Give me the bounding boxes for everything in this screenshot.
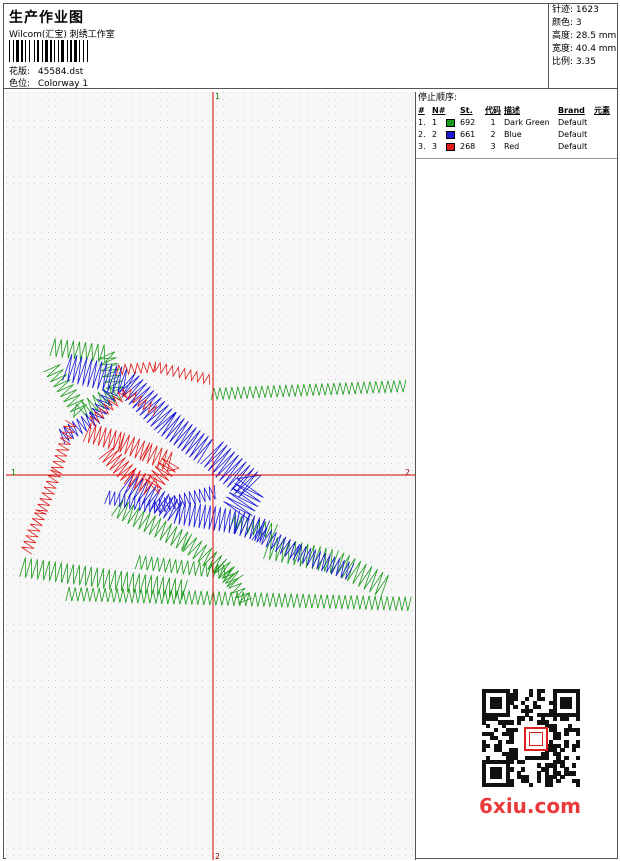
row-code: 1 (490, 118, 496, 127)
row-num: 2. (418, 130, 426, 139)
stitch-count: 针迹: 1623 (552, 5, 599, 15)
row-n: 3 (432, 142, 438, 151)
table-header: # N# St. 代码 描述 Brand 元素 (416, 105, 617, 117)
color-swatch (446, 143, 455, 151)
design-height: 高度: 28.5 mm (552, 31, 617, 41)
row-desc: Dark Green (504, 118, 550, 127)
row-desc: Red (504, 142, 520, 151)
watermark-site: 6xiu.com (479, 794, 581, 818)
row-num: 3. (418, 142, 426, 151)
stop-sequence-title: 停止顺序: (418, 93, 458, 103)
table-divider (416, 158, 617, 159)
color-count: 颜色: 3 (552, 18, 582, 28)
row-desc: Blue (504, 130, 522, 139)
col-element: 元素 (594, 106, 610, 115)
table-body: 1. 1 692 1 Dark Green Default 2. 2 661 2… (416, 117, 617, 153)
stop-sequence-table: 停止顺序: # N# St. 代码 描述 Brand 元素 1. 1 692 1… (416, 92, 617, 153)
stitch-drawing (6, 92, 415, 860)
table-row: 3. 3 268 3 Red Default (416, 141, 617, 153)
col-swatch (446, 105, 460, 117)
watermark: 6xiu.com (474, 684, 589, 824)
col-desc: 描述 (504, 106, 520, 115)
col-code: 代码 (485, 106, 501, 115)
company-name: Wilcom(汇宝) 刺绣工作室 (9, 30, 115, 40)
row-stitches: 268 (460, 142, 476, 151)
design-width: 宽度: 40.4 mm (552, 44, 617, 54)
row-n: 1 (432, 118, 438, 127)
axis-right-label: 2 (405, 468, 411, 477)
table-row: 2. 2 661 2 Blue Default (416, 129, 617, 141)
row-brand: Default (558, 130, 588, 139)
row-num: 1. (418, 118, 426, 127)
color-swatch (446, 119, 455, 127)
row-code: 3 (490, 142, 496, 151)
row-stitches: 661 (460, 130, 476, 139)
row-brand: Default (558, 118, 588, 127)
axis-bottom-label: 2 (215, 852, 221, 860)
axis-left-label: 1 (11, 468, 17, 477)
seal-icon (524, 727, 548, 751)
color-swatch (446, 131, 455, 139)
col-brand: Brand (558, 106, 585, 115)
embroidery-preview: 1 2 1 2 (6, 92, 416, 860)
table-row: 1. 1 692 1 Dark Green Default (416, 117, 617, 129)
row-code: 2 (490, 130, 496, 139)
col-st: St. (460, 106, 473, 115)
qr-code-icon (482, 689, 581, 788)
col-num: # (418, 106, 425, 115)
header-divider (4, 88, 617, 89)
design-stats: 针迹: 1623 颜色: 3 高度: 28.5 mm 宽度: 40.4 mm 比… (548, 4, 618, 88)
row-stitches: 692 (460, 118, 476, 127)
row-n: 2 (432, 130, 438, 139)
design-scale: 比例: 3.35 (552, 57, 596, 67)
production-worksheet: 生产作业图 Wilcom(汇宝) 刺绣工作室 花版: 45584.dst 色位:… (3, 3, 618, 860)
axis-top-label: 1 (215, 92, 221, 101)
barcode-icon (9, 40, 105, 62)
page-title: 生产作业图 (9, 10, 84, 26)
row-brand: Default (558, 142, 588, 151)
col-n: N# (432, 106, 446, 115)
